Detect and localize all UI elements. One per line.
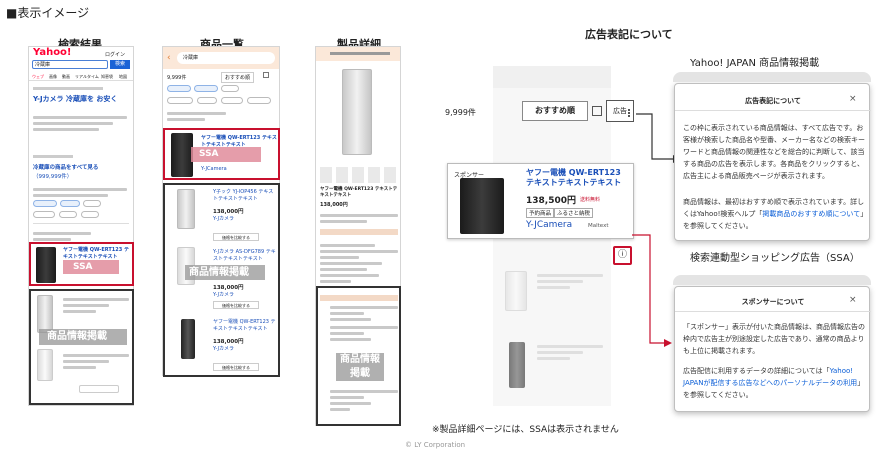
tab-realtime[interactable]: リアルタイム [75,74,99,80]
copyright: © LY Corporation [405,441,466,449]
ad-title-link[interactable]: Y-Jカメラ 冷蔵庫を お安く [33,95,123,104]
tab-web[interactable]: ウェブ [32,74,44,80]
detail-product-title: ヤフー電機 QW-ERT123 テキストテキストテキスト [320,187,398,198]
filter-chip-2[interactable] [194,85,218,92]
popup1-body2: 商品情報は、最初はおすすめ順で表示されています。詳しくはYahoo!検索ヘルプ「… [683,196,865,232]
filter-chip-7[interactable] [247,97,271,104]
ad-notice-popup: 広告表記について × この枠に表示されている商品情報は、すべて広告です。お客様が… [673,72,871,241]
filter-chip-5[interactable] [59,211,77,218]
fridge-image [509,342,525,388]
ssa-highlight-list [163,128,280,180]
sponsor-price: 138,500円 [526,196,576,206]
bg-lines [537,342,603,363]
ad-sort-dropdown[interactable]: おすすめ順 [522,101,588,121]
back-icon[interactable]: ‹ [167,53,171,63]
sort-dropdown[interactable]: おすすめ順 [221,72,255,83]
page-heading: ■表示イメージ [6,6,90,20]
shopping-description [33,185,127,200]
tab-images[interactable]: 画像 [49,74,57,80]
filter-chip-1[interactable] [33,200,57,207]
furusato-tag: ふるさと納税 [554,208,594,218]
popup1-body1: この枠に表示されている商品情報は、すべて広告です。お客様が検索した商品名や型番、… [683,124,865,180]
filter-chip-1[interactable] [167,85,191,92]
popup-divider [675,110,871,111]
filter-chip-6[interactable] [81,211,99,218]
search-input[interactable]: 冷蔵庫 [32,60,108,69]
ad-count: 9,999件 [445,108,476,117]
shopping-all-link[interactable]: 冷蔵庫の商品をすべて見る [33,163,129,171]
list-search-input[interactable]: 冷蔵庫 [177,52,275,64]
detail-header-title [330,52,390,55]
login-link[interactable]: ログイン [105,51,125,58]
filter-chip-4[interactable] [33,211,55,218]
detail-lines [320,211,398,226]
ad-description [33,113,127,134]
tab-map[interactable]: 地図 [119,74,127,80]
ssa-highlight-search [29,242,134,286]
close-icon[interactable]: × [849,295,857,305]
tab-chiebukuro[interactable]: 知恵袋 [101,74,113,80]
popup-divider [675,311,871,312]
yahoo-logo: Yahoo! [33,47,72,58]
detail-lines [320,241,398,286]
ad-bg-header [493,66,611,88]
ad-url-line [33,87,103,90]
reservation-tag: 予約商品 [526,208,555,218]
listing-highlight-list [163,183,280,377]
filter-chip-6[interactable] [221,97,243,104]
popup-shadow-tab [673,275,871,285]
popup1-title: 広告表記について [745,97,801,105]
shop-name[interactable]: Y-JCamera [526,220,572,230]
popup2-body2-prefix: 広告配信に利用するデータの詳細については「 [683,367,830,375]
shopping-source-line [33,155,73,158]
grid-view-icon[interactable] [592,106,602,116]
detail-price: 138,000円 [320,202,348,208]
grid-view-icon[interactable] [263,72,269,78]
popup1-caption: Yahoo! JAPAN 商品情報掲載 [690,58,820,69]
filter-chip-2[interactable] [60,200,80,207]
filter-chip-3[interactable] [221,85,239,92]
sponsor-product-title[interactable]: ヤフー電機 QW-ERT123 テキストテキストテキスト [526,168,630,188]
shopping-count: （999,999件） [33,174,73,180]
popup2-title: スポンサーについて [741,298,805,306]
thumbnail-strip[interactable] [320,167,398,183]
filter-chip-5[interactable] [197,97,217,104]
tab-video[interactable]: 動画 [62,74,70,80]
placeholder-lines [167,109,275,124]
sponsor-card[interactable]: スポンサー ヤフー電機 QW-ERT123 テキストテキストテキスト 138,5… [447,163,634,239]
fridge-image [460,178,504,234]
popup1-help-link[interactable]: 掲載商品のおすすめ順について [762,210,860,218]
popup2-body1: 「スポンサー」表示が付いた商品情報は、商品情報広告の枠内で広告主が別途設定した広… [683,323,865,355]
popup2-body2: 広告配信に利用するデータの詳細については「Yahoo! JAPANが配信する広告… [683,365,865,401]
bg-lines [537,271,603,292]
filter-chip-3[interactable] [83,200,101,207]
panel-title-ad: 広告表記について [585,28,673,41]
footnote: ※製品詳細ページには、SSAは表示されません [432,425,619,435]
search-tabs: ウェブ 画像 動画 リアルタイム 知恵袋 地図 [29,73,133,81]
fridge-image [505,271,527,311]
listing-highlight-search [29,289,134,405]
popup2-caption: 検索連動型ショッピング広告（SSA） [690,253,860,264]
fridge-main-image [342,69,372,155]
shipping-badge: 送料無料 [580,197,601,203]
list-count: 9,999件 [167,75,187,81]
sponsor-notice-popup: スポンサーについて × 「スポンサー」表示が付いた商品情報は、商品情報広告の枠内… [673,275,871,412]
filter-chip-4[interactable] [167,97,193,104]
detail-tab-bar[interactable] [320,229,398,235]
listing-highlight-detail [316,286,401,426]
shop-sub-label: Maltext [588,223,609,229]
close-icon[interactable]: × [849,94,857,104]
search-button[interactable]: 検索 [110,60,130,69]
divider [33,223,129,224]
popup-shadow-tab [673,72,871,82]
